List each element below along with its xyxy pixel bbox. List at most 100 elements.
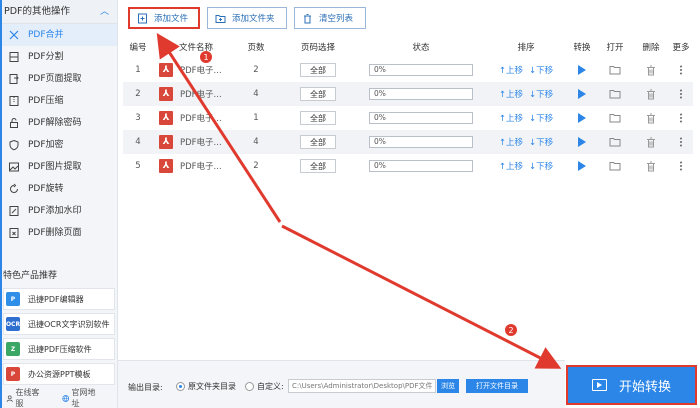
row-page-select: 全部	[279, 58, 357, 82]
sidebar-item-pdf-delete-page[interactable]: PDF删除页面	[0, 222, 117, 244]
trash-icon[interactable]	[646, 89, 656, 100]
browse-button[interactable]: 浏览	[437, 379, 459, 393]
open-folder-button[interactable]: 打开文件目录	[466, 379, 528, 393]
row-convert	[567, 106, 597, 130]
header-filename: 文件名称	[178, 43, 213, 53]
row-pages: 1	[253, 113, 259, 123]
chevron-up-icon[interactable]: ︿	[100, 0, 109, 24]
trash-icon[interactable]	[646, 161, 656, 172]
play-icon[interactable]	[578, 137, 586, 147]
folder-icon[interactable]	[609, 89, 621, 99]
sidebar-item-pdf-split[interactable]: PDF分割	[0, 46, 117, 68]
page-select-button[interactable]: 全部	[300, 135, 336, 149]
row-status: 0%	[357, 58, 485, 82]
sidebar-item-pdf-merge[interactable]: PDF合并	[0, 24, 117, 46]
play-icon[interactable]	[578, 113, 586, 123]
compress-icon	[8, 95, 20, 107]
row-open	[597, 154, 633, 178]
add-folder-button[interactable]: 添加文件夹	[207, 7, 287, 29]
add-file-button[interactable]: 添加文件	[128, 7, 200, 29]
folder-icon[interactable]	[609, 65, 621, 75]
sidebar-item-label: PDF删除页面	[28, 228, 82, 238]
more-icon[interactable]	[669, 82, 693, 106]
page-select-button[interactable]: 全部	[300, 63, 336, 77]
unlock-icon	[8, 117, 20, 129]
sidebar-item-pdf-encrypt[interactable]: PDF加密	[0, 134, 117, 156]
row-page-select: 全部	[279, 130, 357, 154]
row-order: ↑上移 ↓下移	[485, 58, 567, 82]
row-page-select: 全部	[279, 154, 357, 178]
move-down-button[interactable]: ↓下移	[529, 88, 553, 100]
promo-ocr[interactable]: OCR 迅捷OCR文字识别软件	[3, 313, 115, 335]
table-row[interactable]: 1 ⅄ PDF电子... 2 全部 0% ↑上移 ↓下移	[123, 58, 693, 82]
merge-icon	[8, 29, 20, 41]
promo-pdf-compress[interactable]: Z 迅捷PDF压缩软件	[3, 338, 115, 360]
trash-icon[interactable]	[646, 137, 656, 148]
sidebar-item-pdf-rotate[interactable]: PDF旋转	[0, 178, 117, 200]
row-open	[597, 82, 633, 106]
row-filename-text: PDF电子...	[180, 90, 222, 100]
move-down-button[interactable]: ↓下移	[529, 112, 553, 124]
more-icon[interactable]	[669, 106, 693, 130]
table-row[interactable]: 5 ⅄ PDF电子... 2 全部 0% ↑上移 ↓下移	[123, 154, 693, 178]
page-select-button[interactable]: 全部	[300, 159, 336, 173]
sidebar-item-pdf-image-extract[interactable]: PDF图片提取	[0, 156, 117, 178]
sidebar-item-pdf-unlock[interactable]: PDF解除密码	[0, 112, 117, 134]
promo-ppt[interactable]: P 办公资源PPT模板	[3, 363, 115, 385]
play-icon[interactable]	[578, 161, 586, 171]
add-folder-icon	[215, 13, 226, 24]
sidebar-item-pdf-page-extract[interactable]: PDF页面提取	[0, 68, 117, 90]
start-convert-button[interactable]: 开始转换	[566, 365, 697, 405]
trash-icon[interactable]	[646, 113, 656, 124]
sidebar-item-label: PDF分割	[28, 52, 64, 62]
row-convert	[567, 58, 597, 82]
folder-icon[interactable]	[609, 137, 621, 147]
folder-icon[interactable]	[609, 161, 621, 171]
move-down-button[interactable]: ↓下移	[529, 160, 553, 172]
move-up-button[interactable]: ↑上移	[499, 64, 523, 76]
sidebar-item-pdf-compress[interactable]: PDF压缩	[0, 90, 117, 112]
progress-bar: 0%	[369, 64, 473, 76]
move-up-button[interactable]: ↑上移	[499, 160, 523, 172]
page-select-button[interactable]: 全部	[300, 111, 336, 125]
trash-icon[interactable]	[646, 65, 656, 76]
header-open: 打开	[606, 43, 624, 53]
more-icon[interactable]	[669, 130, 693, 154]
promo-pdf-editor[interactable]: P 迅捷PDF编辑器	[3, 288, 115, 310]
promo-label: 迅捷PDF编辑器	[28, 294, 84, 304]
table-row[interactable]: 4 ⅄ PDF电子... 4 全部 0% ↑上移 ↓下移	[123, 130, 693, 154]
move-up-button[interactable]: ↑上移	[499, 136, 523, 148]
play-icon[interactable]	[578, 89, 586, 99]
ocr-icon: OCR	[6, 317, 20, 331]
clear-list-button[interactable]: 清空列表	[294, 7, 366, 29]
folder-icon[interactable]	[609, 113, 621, 123]
radio-source-folder[interactable]: 原文件夹目录	[176, 381, 236, 392]
toolbar: 添加文件 添加文件夹 清空列表	[118, 0, 700, 34]
delete-page-icon	[8, 227, 20, 239]
table-row[interactable]: 3 ⅄ PDF电子... 1 全部 0% ↑上移 ↓下移	[123, 106, 693, 130]
row-delete	[633, 82, 669, 106]
pdf-file-icon: ⅄	[159, 159, 173, 173]
page-select-button[interactable]: 全部	[300, 87, 336, 101]
marker-2-circle	[505, 324, 517, 336]
sidebar-header[interactable]: PDF的其他操作 ︿	[0, 0, 117, 24]
sidebar-item-pdf-watermark[interactable]: PDF添加水印	[0, 200, 117, 222]
move-down-button[interactable]: ↓下移	[529, 136, 553, 148]
row-open	[597, 106, 633, 130]
row-filename-text: PDF电子...	[180, 66, 222, 76]
radio-custom-folder[interactable]: 自定义:	[245, 381, 284, 392]
website-link[interactable]: 官网地址	[62, 387, 108, 408]
add-folder-label: 添加文件夹	[232, 14, 275, 24]
move-down-button[interactable]: ↓下移	[529, 64, 553, 76]
online-service-link[interactable]: 在线客服	[6, 387, 52, 408]
start-convert-label: 开始转换	[618, 379, 671, 395]
sidebar-item-label: PDF旋转	[28, 184, 64, 194]
output-path-input[interactable]: C:\Users\Administrator\Desktop\PDF文件	[288, 379, 436, 393]
more-icon[interactable]	[669, 154, 693, 178]
play-icon[interactable]	[578, 65, 586, 75]
more-icon[interactable]	[669, 58, 693, 82]
move-up-button[interactable]: ↑上移	[499, 112, 523, 124]
move-up-button[interactable]: ↑上移	[499, 88, 523, 100]
table-row[interactable]: 2 ⅄ PDF电子... 4 全部 0% ↑上移 ↓下移	[123, 82, 693, 106]
row-convert	[567, 82, 597, 106]
